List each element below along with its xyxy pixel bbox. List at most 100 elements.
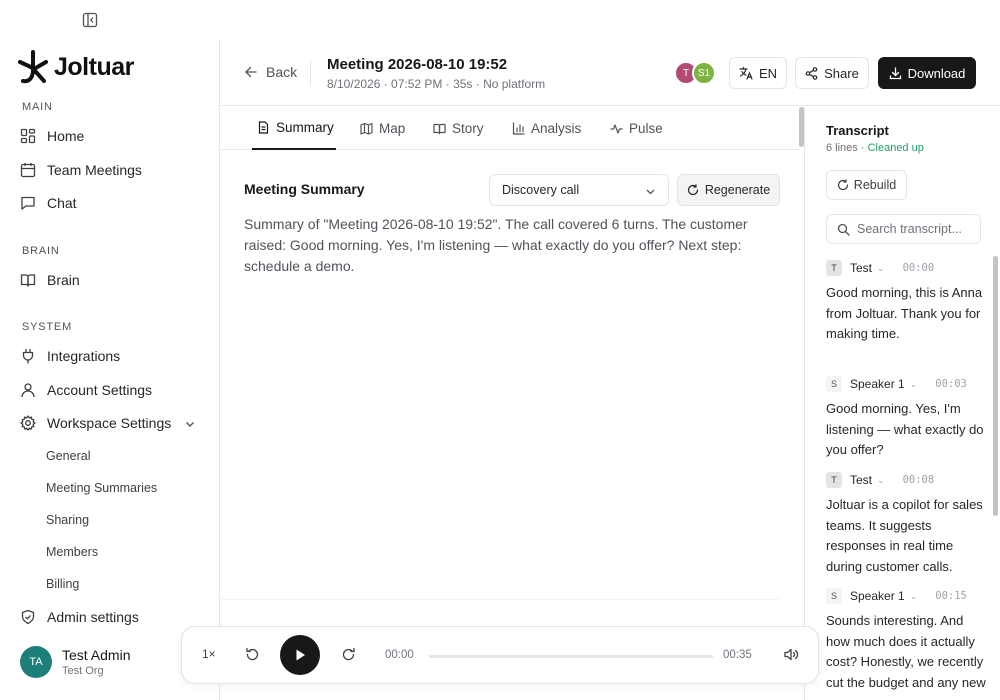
chevron-down-icon[interactable]: ⌄ bbox=[877, 263, 885, 274]
forward-icon[interactable] bbox=[341, 647, 356, 667]
download-label: Download bbox=[907, 65, 966, 81]
sidebar-item-brain[interactable]: Brain bbox=[20, 268, 80, 292]
speaker-name[interactable]: Test bbox=[850, 261, 872, 275]
rebuild-button[interactable]: Rebuild bbox=[826, 170, 907, 200]
playback-speed-button[interactable]: 1× bbox=[202, 647, 216, 661]
sidebar: Joltuar MAIN Home Team Meetings Chat BRA… bbox=[0, 40, 220, 700]
plug-icon bbox=[22, 348, 34, 364]
meeting-tabs: Summary Map Story Analysis Pulse bbox=[220, 106, 800, 150]
rebuild-label: Rebuild bbox=[853, 178, 897, 192]
bar-chart-icon bbox=[512, 121, 525, 135]
share-button[interactable]: Share bbox=[795, 57, 869, 89]
sidebar-item-label: Account Settings bbox=[47, 382, 153, 398]
regenerate-button[interactable]: Regenerate bbox=[677, 174, 780, 206]
tab-label: Analysis bbox=[531, 120, 582, 136]
speaker-badge: T bbox=[826, 472, 842, 488]
tab-story[interactable]: Story bbox=[433, 106, 484, 150]
divider bbox=[220, 599, 780, 600]
summary-text: Summary of "Meeting 2026-08-10 19:52". T… bbox=[244, 216, 748, 274]
sidebar-item-account-settings[interactable]: Account Settings bbox=[20, 378, 152, 402]
page-title: Meeting 2026-08-10 19:52 bbox=[327, 56, 508, 73]
transcript-entry[interactable]: S Speaker 1 ⌄ 00:15 Sounds interesting. … bbox=[826, 588, 986, 693]
user-card[interactable]: TA Test Admin Test Org bbox=[20, 646, 130, 678]
rewind-icon[interactable] bbox=[245, 647, 260, 667]
speaker-name[interactable]: Speaker 1 bbox=[850, 377, 905, 391]
speaker-badge: S bbox=[826, 376, 842, 392]
tab-pulse[interactable]: Pulse bbox=[610, 106, 663, 150]
sidebar-item-workspace-settings[interactable]: Workspace Settings bbox=[20, 411, 171, 435]
volume-icon[interactable] bbox=[783, 647, 799, 667]
download-icon bbox=[889, 66, 901, 79]
sidebar-subitem-meeting-summaries[interactable]: Meeting Summaries bbox=[46, 481, 157, 495]
transcript-meta: 6 lines · Cleaned up bbox=[826, 142, 924, 154]
meeting-meta: 8/10/2026 · 07:52 PM · 35s · No platform bbox=[327, 77, 546, 91]
user-name: Test Admin bbox=[62, 647, 131, 663]
transcript-entry[interactable]: T Test ⌄ 00:08 Joltuar is a copilot for … bbox=[826, 472, 986, 577]
sidebar-item-admin-settings[interactable]: Admin settings bbox=[20, 605, 139, 629]
map-icon bbox=[360, 122, 373, 135]
transcript-panel: Transcript 6 lines · Cleaned up Rebuild … bbox=[804, 106, 1000, 700]
share-label: Share bbox=[824, 65, 859, 81]
sidebar-subitem-billing[interactable]: Billing bbox=[46, 577, 79, 591]
joltuar-logo-icon bbox=[18, 50, 48, 84]
sidebar-subitem-general[interactable]: General bbox=[46, 449, 90, 463]
section-label-main: MAIN bbox=[22, 101, 53, 113]
sidebar-item-home[interactable]: Home bbox=[20, 124, 84, 148]
participant-avatars[interactable]: T S1 bbox=[674, 61, 718, 85]
language-button[interactable]: EN bbox=[729, 57, 787, 89]
entry-text: Good morning. Yes, I'm listening — what … bbox=[826, 401, 984, 457]
tab-map[interactable]: Map bbox=[360, 106, 405, 150]
transcript-search[interactable] bbox=[826, 214, 981, 244]
sidebar-item-team-meetings[interactable]: Team Meetings bbox=[20, 158, 142, 182]
chevron-down-icon[interactable] bbox=[184, 417, 196, 435]
document-icon bbox=[258, 120, 269, 134]
entry-text: Good morning, this is Anna from Joltuar.… bbox=[826, 285, 983, 341]
sidebar-subitem-sharing[interactable]: Sharing bbox=[46, 513, 89, 527]
section-label-brain: BRAIN bbox=[22, 245, 60, 257]
gear-icon bbox=[20, 415, 36, 431]
entry-text: Sounds interesting. And how much does it… bbox=[826, 613, 986, 690]
avatar: S1 bbox=[692, 61, 716, 85]
chevron-down-icon[interactable]: ⌄ bbox=[910, 379, 918, 390]
scrollbar[interactable] bbox=[993, 256, 998, 516]
user-org: Test Org bbox=[62, 665, 104, 677]
share-icon bbox=[805, 66, 818, 80]
chevron-down-icon[interactable]: ⌄ bbox=[877, 475, 885, 486]
brand-name: Joltuar bbox=[54, 52, 134, 81]
search-input[interactable] bbox=[857, 222, 977, 236]
transcript-entry[interactable]: T Test ⌄ 00:00 Good morning, this is Ann… bbox=[826, 260, 986, 345]
speaker-name[interactable]: Speaker 1 bbox=[850, 589, 905, 603]
duration: 00:35 bbox=[723, 649, 752, 661]
chat-icon bbox=[21, 196, 35, 210]
entry-timestamp[interactable]: 00:08 bbox=[903, 474, 935, 486]
select-value: Discovery call bbox=[502, 183, 580, 197]
search-icon bbox=[837, 223, 850, 236]
tab-summary[interactable]: Summary bbox=[252, 106, 336, 150]
regenerate-label: Regenerate bbox=[704, 183, 771, 197]
tab-analysis[interactable]: Analysis bbox=[512, 106, 581, 150]
transcript-title: Transcript bbox=[826, 123, 889, 138]
entry-timestamp[interactable]: 00:00 bbox=[903, 262, 935, 274]
avatar: TA bbox=[20, 646, 52, 678]
sidebar-toggle-icon[interactable] bbox=[82, 12, 98, 28]
back-button[interactable]: Back bbox=[244, 64, 297, 80]
divider bbox=[310, 60, 311, 86]
entry-text: Joltuar is a copilot for sales teams. It… bbox=[826, 497, 983, 574]
summary-template-select[interactable]: Discovery call bbox=[489, 174, 669, 206]
tab-label: Map bbox=[379, 120, 406, 136]
transcript-entry[interactable]: S Speaker 1 ⌄ 00:03 Good morning. Yes, I… bbox=[826, 376, 986, 461]
tab-label: Pulse bbox=[629, 120, 663, 136]
entry-timestamp[interactable]: 00:03 bbox=[935, 378, 967, 390]
brand-logo[interactable]: Joltuar bbox=[16, 49, 134, 85]
seek-bar[interactable] bbox=[429, 655, 713, 658]
play-button[interactable] bbox=[280, 635, 320, 675]
sidebar-item-integrations[interactable]: Integrations bbox=[20, 344, 120, 368]
download-button[interactable]: Download bbox=[878, 57, 976, 89]
entry-timestamp[interactable]: 00:15 bbox=[935, 590, 967, 602]
sidebar-item-chat[interactable]: Chat bbox=[20, 191, 77, 215]
sidebar-subitem-members[interactable]: Members bbox=[46, 545, 98, 559]
chevron-down-icon[interactable]: ⌄ bbox=[910, 591, 918, 602]
speaker-name[interactable]: Test bbox=[850, 473, 872, 487]
translate-icon bbox=[739, 66, 753, 80]
sidebar-item-label: Home bbox=[47, 128, 85, 144]
